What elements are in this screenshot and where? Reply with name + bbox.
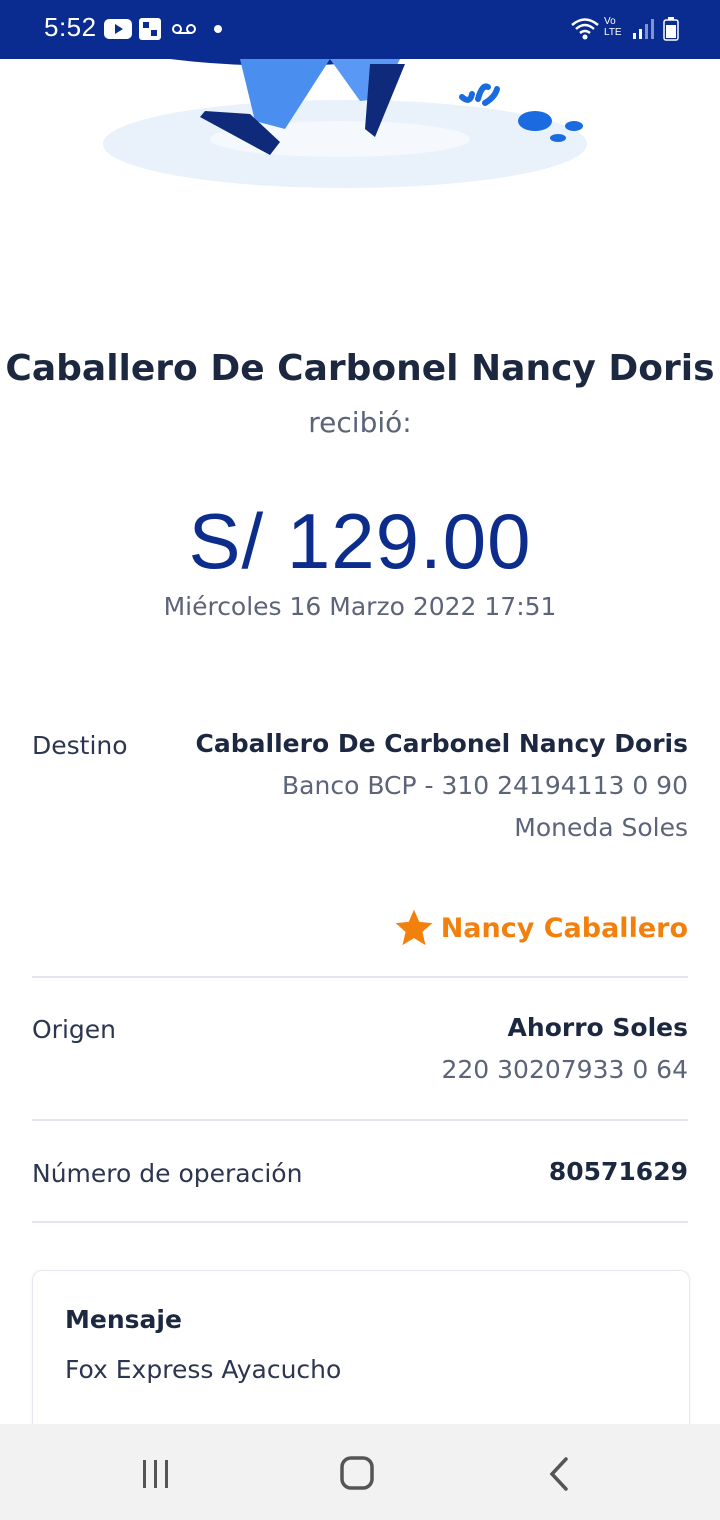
operation-section: Número de operación 80571629 <box>32 1151 688 1195</box>
origin-account-number: 220 30207933 0 64 <box>441 1055 688 1084</box>
app-icon <box>139 18 161 40</box>
youtube-icon <box>104 19 132 39</box>
divider <box>32 976 688 978</box>
destination-section: Destino Caballero De Carbonel Nancy Dori… <box>32 723 688 853</box>
operation-number: 80571629 <box>548 1157 688 1186</box>
voicemail-icon <box>172 24 196 34</box>
volte-icon: Vo LTE <box>604 16 622 38</box>
transfer-datetime: Miércoles 16 Marzo 2022 17:51 <box>163 592 557 621</box>
destination-label: Destino <box>32 731 128 760</box>
favorite-contact-button[interactable]: Nancy Caballero <box>393 905 688 951</box>
divider <box>32 1221 688 1223</box>
origin-values: Ahorro Soles 220 30207933 0 64 <box>441 1007 688 1091</box>
signal-icon <box>633 19 654 39</box>
received-label: recibió: <box>308 406 412 439</box>
origin-account-type: Ahorro Soles <box>507 1013 688 1042</box>
operation-label: Número de operación <box>32 1159 303 1188</box>
divider <box>32 1119 688 1121</box>
message-text: Fox Express Ayacucho <box>65 1355 342 1384</box>
destination-currency: Moneda Soles <box>514 813 688 842</box>
transfer-amount: S/ 129.00 <box>188 497 532 585</box>
star-icon <box>395 909 433 946</box>
origin-label: Origen <box>32 1015 116 1044</box>
home-button[interactable] <box>327 1452 387 1496</box>
recents-button[interactable] <box>126 1452 186 1496</box>
dot-icon <box>214 25 222 33</box>
message-title: Mensaje <box>65 1305 182 1334</box>
navigation-bar <box>0 1424 720 1520</box>
status-time: 5:52 <box>44 12 97 42</box>
origin-section: Origen Ahorro Soles 220 30207933 0 64 <box>32 1007 688 1097</box>
destination-name: Caballero De Carbonel Nancy Doris <box>195 729 688 758</box>
walking-person-illustration <box>103 59 587 188</box>
destination-values: Caballero De Carbonel Nancy Doris Banco … <box>196 723 688 849</box>
receiver-name: Caballero De Carbonel Nancy Doris <box>5 348 715 389</box>
wifi-icon <box>571 18 599 40</box>
favorite-contact-label: Nancy Caballero <box>440 912 688 944</box>
destination-bank-account: Banco BCP - 310 24194113 0 90 <box>282 771 688 800</box>
back-button[interactable] <box>528 1452 588 1496</box>
battery-icon <box>663 17 679 41</box>
operation-values: 80571629 <box>549 1151 688 1193</box>
status-bar: 5:52 Vo LTE <box>0 0 720 59</box>
